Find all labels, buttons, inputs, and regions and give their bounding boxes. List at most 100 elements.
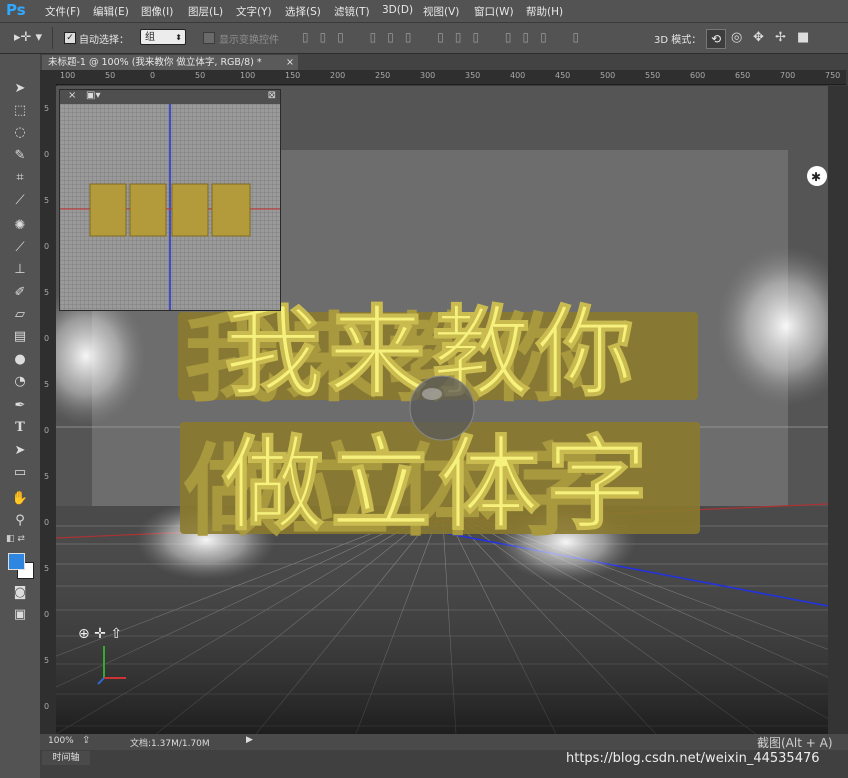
ruler-h-tick-label: 400 <box>510 71 526 80</box>
brush-tool-icon[interactable]: ⟋ <box>10 239 30 257</box>
3d-roll-icon[interactable]: ◎ <box>731 30 742 45</box>
ruler-h-tick-label: 0 <box>150 71 156 80</box>
dodge-tool-icon[interactable]: ◔ <box>10 373 30 391</box>
ruler-h-tick-label: 200 <box>330 71 346 80</box>
ruler-h-tick-label: 750 <box>825 71 841 80</box>
3d-text-line2: 做立体字 <box>221 426 654 545</box>
3d-nav-icons: ⊕ ✛ ⇧ <box>78 626 122 642</box>
menu-type[interactable]: 文字(Y) <box>236 4 272 19</box>
ruler-v-tick-label: 0 <box>44 610 50 619</box>
document-canvas[interactable]: 我来教你 我来教你 做立体字 做立体字 ✱ ⊕ ✛ ⇧ × ▣▾ ⊠ <box>56 86 828 734</box>
ruler-h-tick-label: 450 <box>555 71 571 80</box>
options-bar: ▸✛ ▾ ✓ 自动选择： 组 ⬍ 显示变换控件 ▯▯▯ ▯▯▯ ▯▯▯ ▯▯▯ … <box>0 23 848 54</box>
ruler-h-tick-label: 550 <box>645 71 661 80</box>
ruler-v-tick-label: 5 <box>44 380 50 389</box>
show-transform-checkbox[interactable] <box>203 32 215 44</box>
close-tab-icon[interactable]: × <box>286 55 294 70</box>
default-colors-icon[interactable]: ◧ ⇄ <box>6 534 25 544</box>
menu-select[interactable]: 选择(S) <box>285 4 321 19</box>
horizontal-ruler: 100 50 0 50 100 150 200 250 300 350 400 450 500 550 60… <box>56 70 846 85</box>
zoom-level[interactable]: 100% <box>48 736 74 746</box>
3d-secondary-view-panel[interactable]: × ▣▾ ⊠ <box>59 89 281 311</box>
ruler-v-tick-label: 5 <box>44 472 50 481</box>
menu-window[interactable]: 窗口(W) <box>474 4 514 19</box>
blur-tool-icon[interactable]: ● <box>10 351 30 369</box>
ruler-v-tick-label: 5 <box>44 288 50 297</box>
3d-scale-icon[interactable]: ■ <box>797 30 809 45</box>
gradient-tool-icon[interactable]: ▤ <box>10 328 30 346</box>
zoom-tool-icon[interactable]: ⚲ <box>10 512 30 530</box>
auto-select-checkbox[interactable]: ✓ <box>64 32 76 44</box>
ruler-v-tick-label: 0 <box>44 242 50 251</box>
ruler-v-tick-label: 5 <box>44 104 50 113</box>
menu-file[interactable]: 文件(F) <box>45 4 80 19</box>
screenshot-hint: 截图(Alt + A) <box>757 736 833 750</box>
ruler-v-tick-label: 0 <box>44 518 50 527</box>
healing-brush-icon[interactable]: ✺ <box>10 217 30 235</box>
ruler-h-tick-label: 650 <box>735 71 751 80</box>
3d-rotate-icon[interactable]: ⟲ <box>706 29 726 49</box>
right-scroll-region[interactable] <box>828 86 848 734</box>
foreground-color-swatch[interactable] <box>8 553 25 570</box>
auto-select-value: 组 <box>145 32 155 43</box>
menu-view[interactable]: 视图(V) <box>423 4 459 19</box>
screen-mode-icon[interactable]: ▣ <box>10 606 30 624</box>
marquee-tool-icon[interactable]: ⬚ <box>10 102 30 120</box>
eyedropper-icon[interactable]: ⟋ <box>10 192 30 210</box>
status-menu-arrow-icon[interactable]: ▶ <box>246 735 253 745</box>
menu-filter[interactable]: 滤镜(T) <box>334 4 370 19</box>
timeline-tab[interactable]: 时间轴 <box>42 751 90 765</box>
auto-select-dropdown[interactable]: 组 ⬍ <box>140 29 186 45</box>
align-icons-group[interactable]: ▯▯▯ ▯▯▯ ▯▯▯ ▯▯▯ ▯ <box>302 30 590 44</box>
ruler-v-tick-label: 0 <box>44 426 50 435</box>
separator <box>52 27 53 49</box>
ruler-h-tick-label: 50 <box>195 71 206 80</box>
menu-layer[interactable]: 图层(L) <box>188 4 223 19</box>
clone-stamp-icon[interactable]: ⊥ <box>10 261 30 279</box>
3d-pan-icon[interactable]: ✥ <box>753 30 764 45</box>
status-bar: 100% ⇪ 文档:1.37M/1.70M ▶ <box>40 734 848 750</box>
move-tool-icon[interactable]: ➤ <box>10 80 30 98</box>
menu-edit[interactable]: 编辑(E) <box>93 4 129 19</box>
menu-3d[interactable]: 3D(D) <box>382 4 413 16</box>
3d-center-sphere <box>409 375 475 441</box>
view-menu-icon[interactable]: ▣▾ <box>86 90 100 101</box>
pen-tool-icon[interactable]: ✒ <box>10 397 30 415</box>
eraser-icon[interactable]: ▱ <box>10 306 30 324</box>
shape-tool-icon[interactable]: ▭ <box>10 464 30 482</box>
lasso-tool-icon[interactable]: ◌ <box>10 124 30 142</box>
tools-panel: ➤ ⬚ ◌ ✎ ⌗ ⟋ ✺ ⟋ ⊥ ✐ ▱ ▤ ● ◔ ✒ T ➤ ▭ ✋ ⚲ … <box>0 54 41 778</box>
menu-bar: Ps 文件(F) 编辑(E) 图像(I) 图层(L) 文字(Y) 选择(S) 滤… <box>0 0 848 23</box>
ruler-corner <box>40 70 56 84</box>
quick-mask-icon[interactable]: ◙ <box>10 584 30 602</box>
document-tab[interactable]: 未标题-1 @ 100% (我来教你 做立体字, RGB/8) * × <box>42 55 298 70</box>
svg-text:✱: ✱ <box>811 170 821 184</box>
document-tab-title: 未标题-1 @ 100% (我来教你 做立体字, RGB/8) * <box>48 57 262 68</box>
3d-mode-label: 3D 模式： <box>654 35 702 46</box>
history-brush-icon[interactable]: ✐ <box>10 284 30 302</box>
ruler-h-tick-label: 50 <box>105 71 116 80</box>
ruler-v-tick-label: 0 <box>44 150 50 159</box>
menu-image[interactable]: 图像(I) <box>141 4 173 19</box>
ruler-h-tick-label: 300 <box>420 71 436 80</box>
move-tool-preset-icon[interactable]: ▸✛ ▾ <box>14 30 42 45</box>
crop-tool-icon[interactable]: ⌗ <box>10 169 30 187</box>
photoshop-logo: Ps <box>6 1 26 19</box>
export-icon[interactable]: ⇪ <box>82 735 90 746</box>
chevron-updown-icon: ⬍ <box>175 33 182 42</box>
secondary-view-header: × ▣▾ ⊠ <box>60 90 280 104</box>
menu-help[interactable]: 帮助(H) <box>526 4 563 19</box>
ruler-v-tick-label: 5 <box>44 196 50 205</box>
close-view-icon[interactable]: × <box>68 90 76 101</box>
vertical-ruler: 5 0 5 0 5 0 5 0 5 0 5 0 5 0 <box>40 84 57 734</box>
hand-tool-icon[interactable]: ✋ <box>10 490 30 508</box>
type-tool-icon[interactable]: T <box>10 419 30 437</box>
path-select-icon[interactable]: ➤ <box>10 442 30 460</box>
ruler-v-tick-label: 5 <box>44 564 50 573</box>
ruler-h-tick-label: 250 <box>375 71 391 80</box>
ruler-h-tick-label: 100 <box>60 71 76 80</box>
3d-slide-icon[interactable]: ✢ <box>775 30 786 45</box>
quick-select-icon[interactable]: ✎ <box>10 147 30 165</box>
ruler-h-tick-label: 350 <box>465 71 481 80</box>
swap-view-icon[interactable]: ⊠ <box>268 90 276 101</box>
